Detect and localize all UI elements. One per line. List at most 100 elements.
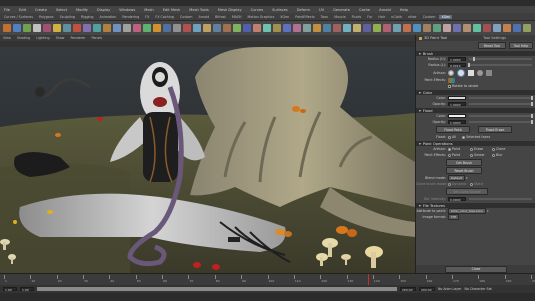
artisan-erase-radio[interactable] (470, 147, 473, 151)
flood-opacity-knob[interactable] (531, 120, 533, 124)
shelf-tool-icon[interactable] (503, 24, 511, 32)
shelf-tab-hair[interactable]: Hair (376, 15, 387, 19)
shelf-tab-mash[interactable]: MASH (230, 15, 244, 19)
shelf-tool-icon[interactable] (373, 24, 381, 32)
menu-item-select[interactable]: Select (56, 8, 67, 12)
flood-color-slider[interactable] (469, 114, 533, 118)
radius-u-knob[interactable] (473, 57, 476, 61)
shelf-tool-icon[interactable] (193, 24, 201, 32)
shelf-tab-xgen[interactable]: XGen (278, 15, 291, 19)
shelf-tool-icon[interactable] (353, 24, 361, 32)
shelf-tab-motion-graphics[interactable]: Motion Graphics (246, 15, 277, 19)
viewport-menu-renderer[interactable]: Renderer (70, 36, 85, 40)
shelf-tool-icon[interactable] (113, 24, 121, 32)
flood-opacity-field[interactable]: 1.0000 (448, 120, 466, 125)
shelf-tool-icon[interactable] (123, 24, 131, 32)
pe-blur-radio[interactable] (492, 153, 495, 157)
shelf-tab-painteffects[interactable]: PaintEffects (293, 15, 316, 19)
range-end2-field[interactable]: 200.00 (419, 287, 435, 292)
radius-u-field[interactable]: 1.0000 (448, 57, 466, 62)
pe-paint-radio[interactable] (448, 153, 451, 157)
bg-intensity-field[interactable]: 0.0000 (448, 197, 466, 202)
shelf-tool-icon[interactable] (133, 24, 141, 32)
shelf-tool-icon[interactable] (303, 24, 311, 32)
viewport-menu-show[interactable]: Show (56, 36, 65, 40)
range-end-field[interactable]: 200.00 (400, 287, 416, 292)
viewport-menu-panels[interactable]: Panels (92, 36, 103, 40)
shelf-tool-icon[interactable] (223, 24, 231, 32)
viewport-menu-view[interactable]: View (3, 36, 11, 40)
flood-color-swatch[interactable] (448, 114, 466, 118)
shelf-tool-icon[interactable] (163, 24, 171, 32)
radius-l-knob[interactable] (468, 63, 470, 67)
shelf-tab-muscle[interactable]: Muscle (332, 15, 347, 19)
menu-item-display[interactable]: Display (97, 8, 110, 12)
rotate-to-stroke-checkbox[interactable] (448, 84, 451, 88)
shelf-tab-ncloth[interactable]: nCloth (389, 15, 404, 19)
shelf-tool-icon[interactable] (23, 24, 31, 32)
menu-item-windows[interactable]: Windows (119, 8, 135, 12)
viewport-menu-lighting[interactable]: Lighting (36, 36, 49, 40)
shelf-tool-icon[interactable] (33, 24, 41, 32)
radius-u-slider[interactable] (469, 57, 532, 61)
flood-opacity-slider[interactable] (469, 120, 533, 124)
shelf-tool-icon[interactable] (453, 24, 461, 32)
shelf-tool-icon[interactable] (293, 24, 301, 32)
menu-item-surfaces[interactable]: Surfaces (272, 8, 288, 12)
shelf-tool-icon[interactable] (383, 24, 391, 32)
image-format-dropdown[interactable]: Tiff (448, 214, 459, 220)
range-start2-field[interactable]: 1.00 (20, 287, 34, 292)
shelf-tool-icon[interactable] (463, 24, 471, 32)
shelf-tool-icon[interactable] (483, 24, 491, 32)
shelf-tool-icon[interactable] (403, 24, 411, 32)
shelf-tool-icon[interactable] (323, 24, 331, 32)
color-knob[interactable] (531, 96, 533, 100)
shelf-tool-icon[interactable] (333, 24, 341, 32)
menu-item-file[interactable]: File (4, 8, 10, 12)
shelf-tool-icon[interactable] (143, 24, 151, 32)
shelf-tab-arnold[interactable]: Arnold (197, 15, 212, 19)
shelf-tool-icon[interactable] (3, 24, 11, 32)
shelf-tool-icon[interactable] (513, 24, 521, 32)
shelf-tab-xgen[interactable]: XGen (439, 14, 453, 19)
shelf-tab-custom[interactable]: Custom (178, 15, 195, 19)
flood-all-radio[interactable] (448, 135, 451, 139)
shelf-tool-icon[interactable] (153, 24, 161, 32)
shelf-tool-icon[interactable] (93, 24, 101, 32)
viewport-menu-shading[interactable]: Shading (17, 36, 30, 40)
tab-tool-settings[interactable]: Tool Settings (483, 36, 506, 40)
shelf-tool-icon[interactable] (53, 24, 61, 32)
range-slider[interactable] (37, 287, 397, 291)
shelf-tool-icon[interactable] (283, 24, 291, 32)
menu-item-create[interactable]: Create (35, 8, 47, 12)
3d-viewport[interactable] (0, 47, 415, 273)
shelf-tab-fx[interactable]: FX (143, 15, 151, 19)
shelf-tool-icon[interactable] (233, 24, 241, 32)
menu-item-mesh-display[interactable]: Mesh Display (218, 8, 242, 12)
menu-item-deform[interactable]: Deform (297, 8, 310, 12)
shelf-tool-icon[interactable] (103, 24, 111, 32)
brush-profile-square-icon[interactable] (468, 69, 474, 76)
shelf-tab-sculpting[interactable]: Sculpting (58, 15, 77, 19)
shelf-tool-icon[interactable] (263, 24, 271, 32)
browse-brush-icon[interactable] (486, 69, 492, 76)
opacity-slider[interactable] (469, 102, 533, 106)
shelf-tool-icon[interactable] (413, 24, 421, 32)
menu-item-uv[interactable]: UV (319, 8, 324, 12)
shelf-tab-bifrost[interactable]: Bifrost (213, 15, 228, 19)
artisan-clone-radio[interactable] (492, 147, 495, 151)
shelf-tab-polygons[interactable]: Polygons (37, 15, 56, 19)
clone-static-radio[interactable] (470, 182, 473, 186)
flood-paint-button[interactable]: Flood Paint (436, 126, 470, 133)
menu-item-curves[interactable]: Curves (251, 8, 263, 12)
menu-item-mesh[interactable]: Mesh (144, 8, 153, 12)
shelf-tool-icon[interactable] (253, 24, 261, 32)
color-slider[interactable] (469, 96, 533, 100)
shelf-tool-icon[interactable] (493, 24, 501, 32)
menu-item-help[interactable]: Help (400, 8, 408, 12)
menu-item-edit[interactable]: Edit (19, 8, 26, 12)
color-swatch[interactable] (448, 96, 466, 100)
tool-help-button[interactable]: Tool Help (509, 42, 533, 49)
anim-layer-dropdown[interactable]: No Anim Layer (438, 287, 461, 291)
shelf-tab-animation[interactable]: Animation (98, 15, 119, 19)
